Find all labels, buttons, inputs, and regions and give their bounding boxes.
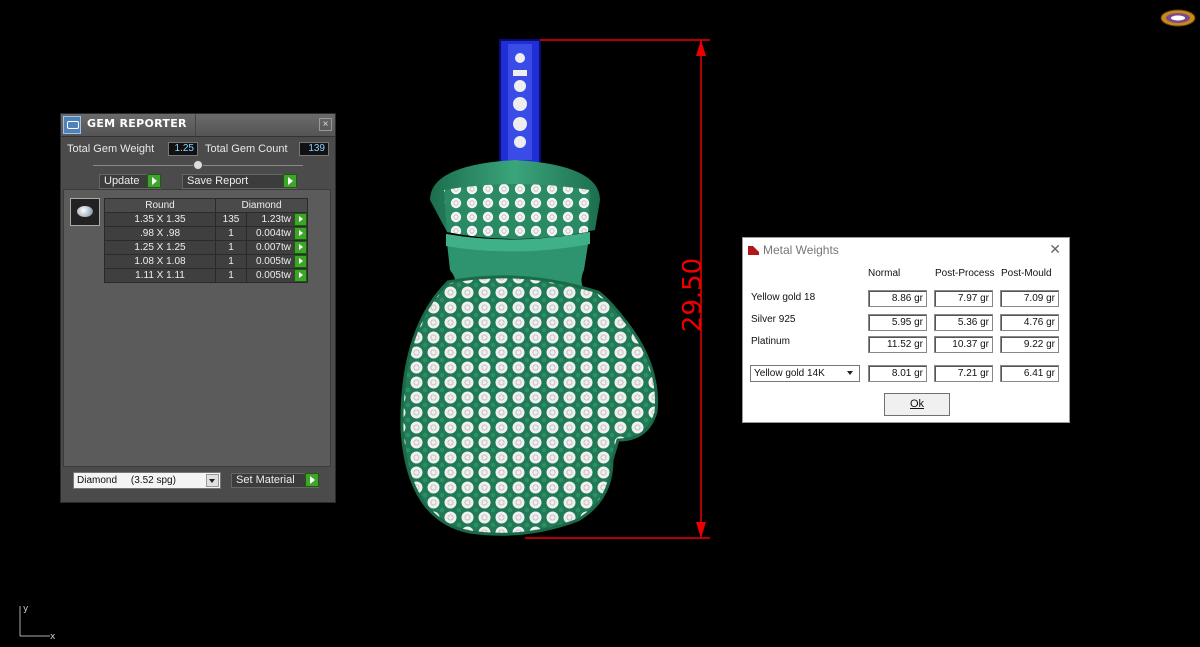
- gem-table-header: Round Diamond: [104, 198, 308, 213]
- play-icon[interactable]: [294, 213, 307, 226]
- app-logo-icon: [1160, 9, 1196, 27]
- gem-weight-value: 0.005tw: [255, 270, 291, 281]
- gem-count: 1: [215, 268, 247, 283]
- metal-weights-icon: [748, 246, 759, 255]
- axis-x-label: x: [50, 632, 56, 642]
- gem-size: .98 X .98: [104, 226, 216, 241]
- gem-shape-header: Round: [104, 198, 216, 213]
- chevron-down-icon[interactable]: [845, 367, 858, 380]
- gem-weight-value: 0.004tw: [255, 228, 291, 239]
- gem-weight: 0.004tw: [246, 226, 308, 241]
- gem-list-panel: Round Diamond 1.35 X 1.35 135 1.23tw .98…: [63, 189, 331, 467]
- row-label-platinum: Platinum: [751, 336, 790, 347]
- gem-material-header: Diamond: [215, 198, 308, 213]
- gem-reporter-title: GEM REPORTER: [87, 117, 187, 130]
- total-gem-weight-value: 1.25: [168, 142, 198, 156]
- table-row[interactable]: 1.25 X 1.25 1 0.007tw: [104, 240, 308, 255]
- column-header-post-process: Post-Process: [935, 268, 995, 279]
- row-label-yellow-gold-18: Yellow gold 18: [751, 292, 816, 303]
- total-gem-count-value: 139: [299, 142, 329, 156]
- save-report-button[interactable]: Save Report: [182, 174, 297, 189]
- gem-count: 1: [215, 240, 247, 255]
- platinum-normal: 11.52 gr: [868, 336, 927, 353]
- metal-weights-title: Metal Weights: [763, 243, 839, 257]
- custom-metal-select-value: Yellow gold 14K: [754, 368, 825, 379]
- yellow-gold-18-post-process: 7.97 gr: [934, 290, 993, 307]
- set-material-button-label: Set Material: [236, 474, 295, 486]
- update-button[interactable]: Update: [99, 174, 161, 189]
- column-header-normal: Normal: [868, 268, 901, 279]
- table-row[interactable]: 1.35 X 1.35 135 1.23tw: [104, 212, 308, 227]
- gem-count: 135: [215, 212, 247, 227]
- play-icon: [147, 174, 161, 188]
- play-icon: [283, 174, 297, 188]
- custom-metal-normal: 8.01 gr: [868, 365, 927, 382]
- gem-count: 1: [215, 226, 247, 241]
- axis-y-label: y: [23, 604, 29, 614]
- material-select-value: Diamond (3.52 spg): [77, 475, 176, 486]
- column-header-post-mould: Post-Mould: [1001, 268, 1052, 279]
- close-icon[interactable]: ✕: [1049, 241, 1061, 258]
- ok-button-label: Ok: [909, 398, 925, 410]
- yellow-gold-18-normal: 8.86 gr: [868, 290, 927, 307]
- play-icon[interactable]: [294, 227, 307, 240]
- silver-925-post-mould: 4.76 gr: [1000, 314, 1059, 331]
- chevron-down-icon[interactable]: [206, 474, 219, 487]
- update-button-label: Update: [104, 175, 140, 187]
- play-icon[interactable]: [294, 269, 307, 282]
- play-icon[interactable]: [294, 255, 307, 268]
- custom-metal-select[interactable]: Yellow gold 14K: [750, 365, 860, 382]
- material-select[interactable]: Diamond (3.52 spg): [73, 472, 221, 489]
- custom-metal-post-process: 7.21 gr: [934, 365, 993, 382]
- gem-reporter-icon: [63, 116, 81, 134]
- slider-knob[interactable]: [193, 160, 203, 170]
- table-row[interactable]: 1.11 X 1.11 1 0.005tw: [104, 268, 308, 283]
- custom-metal-post-mould: 6.41 gr: [1000, 365, 1059, 382]
- play-icon[interactable]: [294, 241, 307, 254]
- set-material-button[interactable]: Set Material: [231, 473, 319, 488]
- gem-table: Round Diamond 1.35 X 1.35 135 1.23tw .98…: [104, 198, 308, 283]
- round-gem-thumbnail[interactable]: [70, 198, 100, 226]
- table-row[interactable]: 1.08 X 1.08 1 0.005tw: [104, 254, 308, 269]
- row-label-silver-925: Silver 925: [751, 314, 796, 325]
- total-gem-weight-label: Total Gem Weight: [67, 143, 155, 155]
- gem-size: 1.35 X 1.35: [104, 212, 216, 227]
- axis-gizmo: y x: [19, 604, 56, 642]
- table-row[interactable]: .98 X .98 1 0.004tw: [104, 226, 308, 241]
- height-dimension-label: 29.50: [678, 257, 709, 333]
- platinum-post-mould: 9.22 gr: [1000, 336, 1059, 353]
- mitten-body: [400, 275, 658, 536]
- platinum-post-process: 10.37 gr: [934, 336, 993, 353]
- titlebar-divider: [195, 114, 196, 136]
- silver-925-normal: 5.95 gr: [868, 314, 927, 331]
- close-icon[interactable]: ×: [319, 118, 332, 131]
- gem-weight: 0.007tw: [246, 240, 308, 255]
- metal-weights-dialog: Metal Weights ✕ Normal Post-Process Post…: [742, 237, 1070, 423]
- gem-weight: 0.005tw: [246, 268, 308, 283]
- gem-weight: 0.005tw: [246, 254, 308, 269]
- gem-weight-value: 0.005tw: [255, 256, 291, 267]
- silver-925-post-process: 5.36 gr: [934, 314, 993, 331]
- gem-reporter-panel: GEM REPORTER × Total Gem Weight 1.25 Tot…: [60, 113, 336, 503]
- ok-button[interactable]: Ok: [884, 393, 950, 416]
- gem-size: 1.08 X 1.08: [104, 254, 216, 269]
- yellow-gold-18-post-mould: 7.09 gr: [1000, 290, 1059, 307]
- gem-reporter-titlebar[interactable]: GEM REPORTER ×: [61, 114, 335, 137]
- save-report-button-label: Save Report: [187, 175, 249, 187]
- gem-weight-value: 0.007tw: [255, 242, 291, 253]
- gem-weight: 1.23tw: [246, 212, 308, 227]
- total-gem-count-label: Total Gem Count: [205, 143, 288, 155]
- play-icon: [305, 473, 319, 487]
- gem-size: 1.25 X 1.25: [104, 240, 216, 255]
- gem-weight-value: 1.23tw: [261, 214, 291, 225]
- pendant-bail: [499, 39, 541, 165]
- gem-count: 1: [215, 254, 247, 269]
- gem-size: 1.11 X 1.11: [104, 268, 216, 283]
